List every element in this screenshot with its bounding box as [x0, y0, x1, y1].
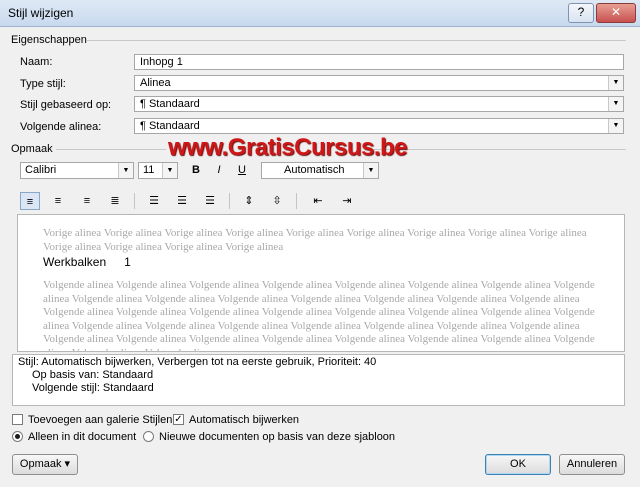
- next-paragraph-label: Volgende alinea:: [20, 121, 102, 133]
- watermark-logo: www.GratisCursus.be: [168, 134, 408, 161]
- based-on-label: Stijl gebaseerd op:: [20, 99, 112, 111]
- style-preview: Vorige alinea Vorige alinea Vorige aline…: [17, 214, 625, 352]
- format-divider: [56, 149, 166, 150]
- toolbar-separator: [134, 193, 135, 209]
- type-value: Alinea: [140, 77, 171, 89]
- font-dropdown[interactable]: Calibri ▼: [20, 162, 134, 179]
- cancel-button[interactable]: Annuleren: [559, 454, 625, 475]
- font-value: Calibri: [25, 164, 57, 176]
- decrease-spacing-icon[interactable]: ⇳: [267, 192, 287, 210]
- toolbar-separator: [229, 193, 230, 209]
- next-paragraph-dropdown[interactable]: ¶ Standaard ▼: [134, 118, 624, 134]
- line-spacing-double-icon[interactable]: ☰: [200, 192, 220, 210]
- line-spacing-one-half-icon[interactable]: ☰: [172, 192, 192, 210]
- format-section-label: Opmaak: [11, 143, 53, 155]
- auto-update-checkbox[interactable]: ✓: [173, 414, 184, 425]
- sample-text: Werkbalken 1: [43, 255, 131, 269]
- style-description: Stijl: Automatisch bijwerken, Verbergen …: [12, 354, 625, 406]
- description-line-1: Stijl: Automatisch bijwerken, Verbergen …: [18, 356, 377, 368]
- type-label: Type stijl:: [20, 78, 66, 90]
- chevron-down-icon[interactable]: ▼: [363, 163, 378, 178]
- format-menu-button[interactable]: Opmaak ▾: [12, 454, 78, 475]
- increase-spacing-icon[interactable]: ⇕: [239, 192, 259, 210]
- increase-indent-icon[interactable]: ⇥: [337, 192, 357, 210]
- based-on-value: ¶ Standaard: [140, 98, 200, 110]
- decrease-indent-icon[interactable]: ⇤: [308, 192, 328, 210]
- only-this-document-radio[interactable]: [12, 431, 23, 442]
- font-size-value: 11: [143, 164, 155, 176]
- based-on-dropdown[interactable]: ¶ Standaard ▼: [134, 96, 624, 112]
- next-paragraph-value: ¶ Standaard: [140, 120, 200, 132]
- add-to-gallery-label: Toevoegen aan galerie Stijlen: [28, 414, 173, 426]
- type-dropdown[interactable]: Alinea ▼: [134, 75, 624, 91]
- bold-button[interactable]: B: [186, 162, 206, 179]
- align-center-icon[interactable]: ≡: [48, 192, 68, 210]
- sample-number: 1: [124, 255, 131, 269]
- add-to-gallery-checkbox[interactable]: [12, 414, 23, 425]
- auto-update-label: Automatisch bijwerken: [189, 414, 300, 426]
- window-title: Stijl wijzigen: [8, 6, 74, 20]
- next-paragraph-text: Volgende alinea Volgende alinea Volgende…: [43, 279, 595, 351]
- line-spacing-single-icon[interactable]: ☰: [144, 192, 164, 210]
- sample-word: Werkbalken: [43, 255, 107, 269]
- toolbar-separator: [296, 193, 297, 209]
- help-button[interactable]: ?: [568, 3, 594, 23]
- chevron-down-icon[interactable]: ▼: [162, 163, 177, 178]
- properties-divider: [86, 40, 626, 41]
- align-left-icon[interactable]: ≡: [20, 192, 40, 210]
- format-divider-right: [370, 149, 626, 150]
- only-this-document-label: Alleen in dit document: [28, 431, 137, 443]
- chevron-down-icon[interactable]: ▼: [608, 119, 623, 133]
- title-bar: Stijl wijzigen ? ✕: [0, 0, 640, 27]
- new-documents-radio[interactable]: [143, 431, 154, 442]
- name-label: Naam:: [20, 56, 53, 68]
- description-line-2: Op basis van: Standaard: [32, 369, 154, 381]
- description-line-3: Volgende stijl: Standaard: [32, 382, 154, 394]
- name-input[interactable]: Inhopg 1: [134, 54, 624, 70]
- align-right-icon[interactable]: ≡: [77, 192, 97, 210]
- color-dropdown[interactable]: Automatisch ▼: [261, 162, 379, 179]
- underline-button[interactable]: U: [232, 162, 252, 179]
- close-button[interactable]: ✕: [596, 3, 636, 23]
- chevron-down-icon[interactable]: ▼: [608, 97, 623, 111]
- new-documents-label: Nieuwe documenten op basis van deze sjab…: [159, 431, 396, 443]
- font-size-dropdown[interactable]: 11 ▼: [138, 162, 178, 179]
- justify-icon[interactable]: ≣: [105, 192, 125, 210]
- chevron-down-icon[interactable]: ▼: [608, 76, 623, 90]
- chevron-down-icon[interactable]: ▼: [118, 163, 133, 178]
- previous-paragraph-text: Vorige alinea Vorige alinea Vorige aline…: [43, 227, 587, 253]
- properties-section-label: Eigenschappen: [11, 34, 87, 46]
- italic-button[interactable]: I: [209, 162, 229, 179]
- color-value: Automatisch: [284, 164, 345, 176]
- ok-button[interactable]: OK: [485, 454, 551, 475]
